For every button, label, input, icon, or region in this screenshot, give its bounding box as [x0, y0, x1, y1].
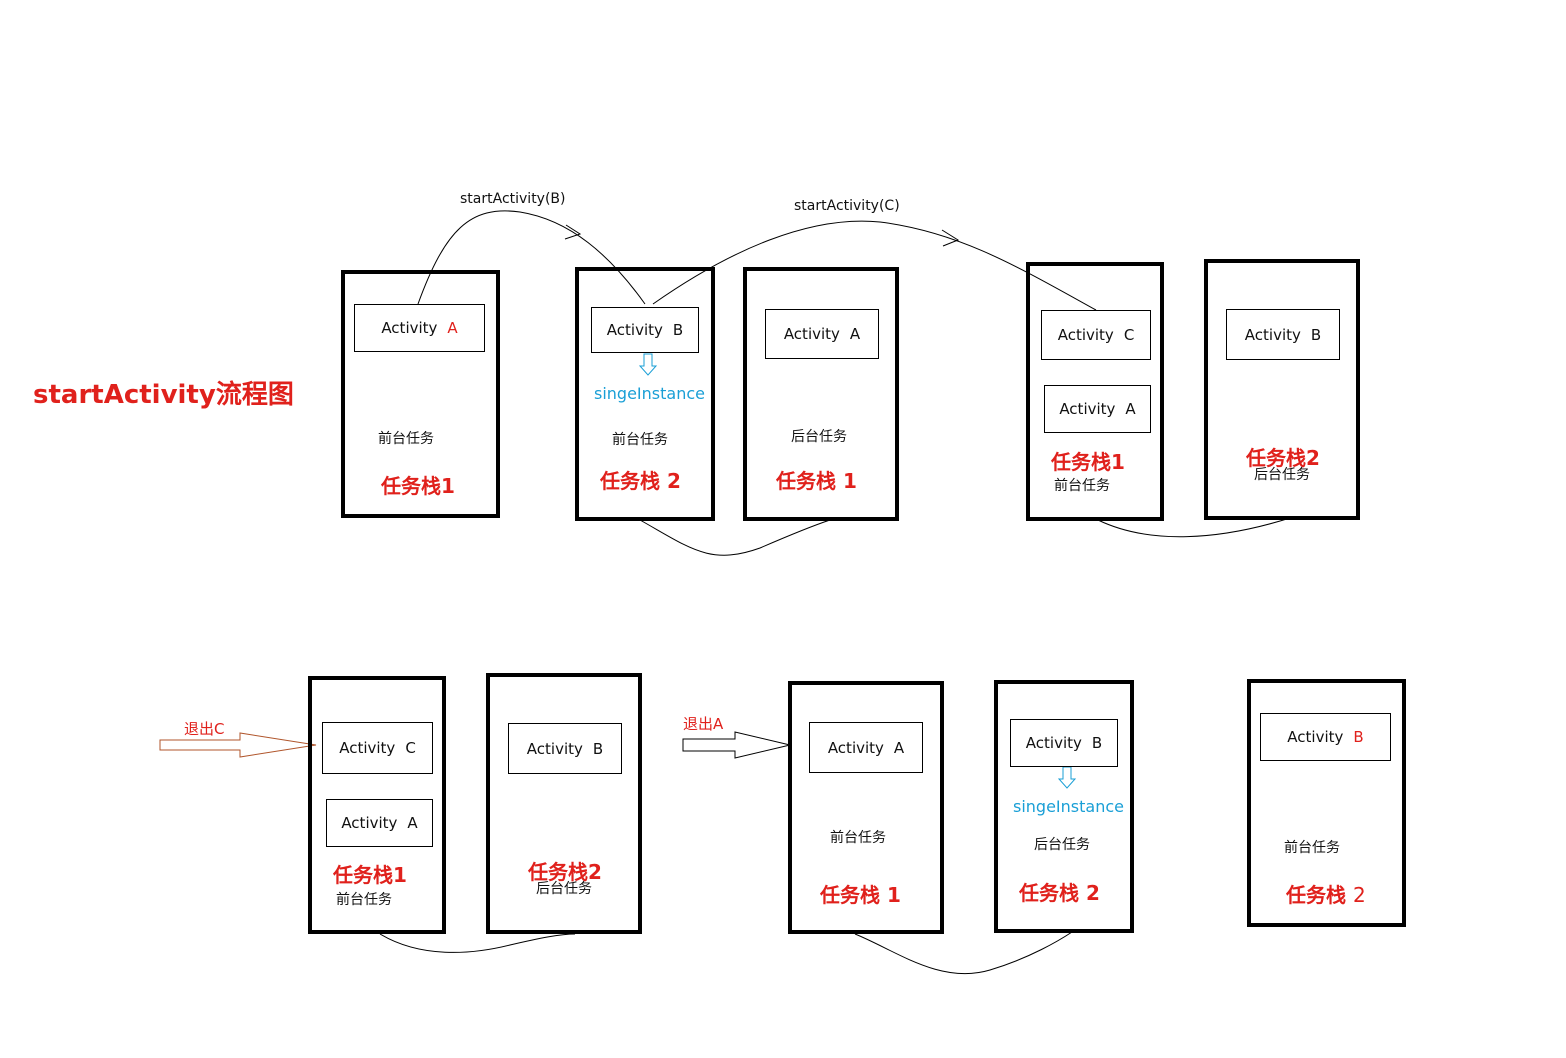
foreground-label: 前台任务 [378, 431, 434, 447]
background-label: 后台任务 [536, 881, 592, 897]
single-instance-label: singeInstance [594, 384, 705, 403]
foreground-label: 前台任务 [1284, 840, 1340, 856]
activity-label: Activity [1025, 734, 1082, 752]
activity-letter: A [1125, 400, 1136, 418]
call-c-text: startActivity(C) [794, 198, 900, 214]
stack-name: 任务栈 2 [1019, 881, 1100, 905]
activity-b-box: Activity B [591, 307, 699, 353]
activity-b-box: Activity B [1260, 713, 1391, 761]
activity-label: Activity [381, 319, 438, 337]
activity-a-box: Activity A [765, 309, 879, 359]
link-stack2-bg1 [639, 519, 831, 556]
activity-label: Activity [1059, 400, 1116, 418]
activity-label: Activity [526, 739, 583, 758]
exit-a-arrow [682, 731, 791, 759]
activity-a-box: Activity A [1044, 385, 1151, 433]
activity-letter: A [447, 319, 458, 337]
activity-letter: B [672, 321, 684, 339]
activity-b-box: Activity B [1010, 719, 1118, 767]
foreground-label: 前台任务 [830, 830, 886, 846]
background-label: 后台任务 [1254, 467, 1310, 483]
stack-name: 任务栈1 [1051, 450, 1125, 474]
activity-letter: C [405, 739, 416, 757]
background-label: 后台任务 [1034, 837, 1090, 853]
activity-letter: A [849, 325, 861, 343]
activity-label: Activity [339, 739, 396, 757]
stack-name: 任务栈1 [381, 474, 455, 498]
activity-letter: A [893, 738, 905, 757]
activity-letter: A [407, 814, 418, 832]
activity-label: Activity [341, 814, 398, 832]
foreground-label: 前台任务 [612, 432, 668, 448]
call-b-text: startActivity(B) [460, 191, 566, 207]
foreground-label: 前台任务 [336, 892, 392, 908]
stack-name: 任务栈 1 [820, 883, 901, 907]
activity-c-box: Activity C [322, 722, 433, 774]
activity-a-box: Activity A [809, 722, 923, 773]
foreground-label: 前台任务 [1054, 478, 1110, 494]
activity-label: Activity [606, 321, 663, 339]
activity-a-box: Activity A [326, 799, 433, 847]
activity-label: Activity [1244, 325, 1301, 344]
activity-letter: B [1091, 734, 1103, 752]
activity-letter: B [1310, 325, 1322, 344]
activity-letter: C [1123, 326, 1135, 344]
link-bottom-left [379, 933, 576, 953]
stack-name: 任务栈1 [333, 863, 407, 887]
link-bottom-middle [854, 931, 1073, 975]
single-instance-label: singeInstance [1013, 797, 1124, 816]
background-label: 后台任务 [791, 429, 847, 445]
stack-name: 任务栈 2 [1286, 883, 1366, 907]
activity-letter: B [592, 739, 604, 758]
stack-name: 任务栈 2 [600, 469, 681, 493]
activity-c-box: Activity C [1041, 310, 1151, 360]
activity-label: Activity [1287, 728, 1344, 746]
exit-c-label: 退出C [184, 720, 225, 738]
activity-b-box: Activity B [1226, 309, 1340, 360]
exit-a-label: 退出A [683, 715, 724, 733]
activity-a-box: Activity A [354, 304, 485, 352]
activity-letter: B [1353, 728, 1364, 746]
activity-label: Activity [1057, 326, 1114, 344]
activity-label: Activity [783, 325, 840, 343]
stack-name: 任务栈 1 [776, 469, 857, 493]
activity-b-box: Activity B [508, 723, 622, 774]
activity-label: Activity [827, 738, 884, 757]
